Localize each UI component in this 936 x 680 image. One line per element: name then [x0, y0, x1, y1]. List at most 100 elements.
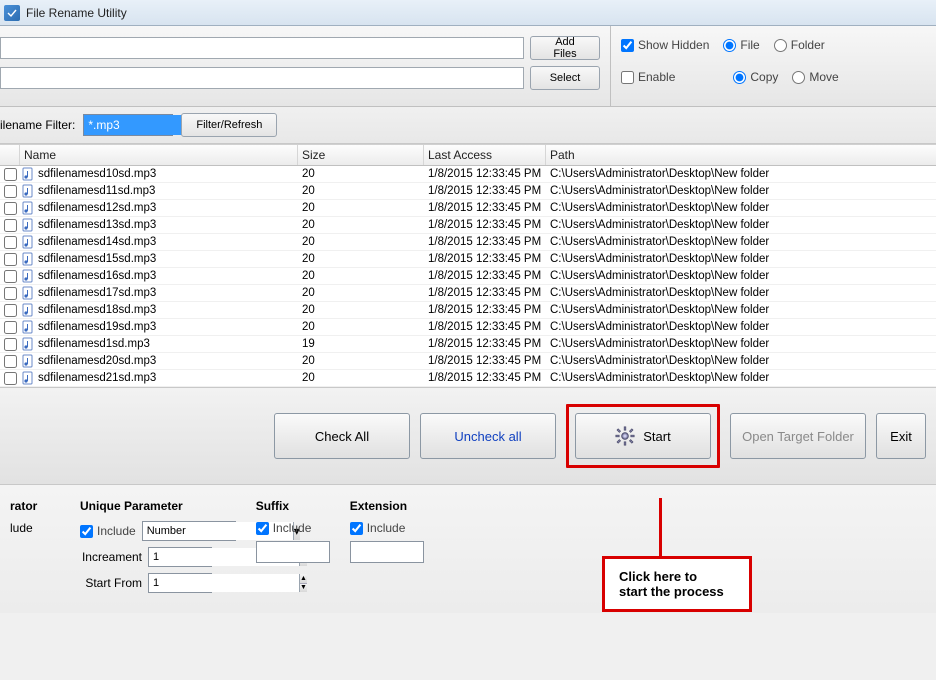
- callout-connector: [659, 498, 662, 556]
- music-file-icon: [22, 337, 34, 351]
- table-row[interactable]: sdfilenamesd17sd.mp3201/8/2015 12:33:45 …: [0, 285, 936, 302]
- uncheck-all-button[interactable]: Uncheck all: [420, 413, 556, 459]
- column-name[interactable]: Name: [20, 145, 298, 165]
- row-path: C:\Users\Administrator\Desktop\New folde…: [546, 253, 936, 265]
- music-file-icon: [22, 201, 34, 215]
- file-radio[interactable]: File: [723, 38, 759, 52]
- row-path: C:\Users\Administrator\Desktop\New folde…: [546, 338, 936, 350]
- check-all-button[interactable]: Check All: [274, 413, 410, 459]
- row-checkbox[interactable]: [4, 287, 17, 300]
- titlebar: File Rename Utility: [0, 0, 936, 26]
- table-row[interactable]: sdfilenamesd14sd.mp3201/8/2015 12:33:45 …: [0, 234, 936, 251]
- copy-radio[interactable]: Copy: [733, 70, 778, 84]
- row-checkbox[interactable]: [4, 219, 17, 232]
- row-name: sdfilenamesd15sd.mp3: [38, 253, 156, 265]
- table-row[interactable]: sdfilenamesd18sd.mp3201/8/2015 12:33:45 …: [0, 302, 936, 319]
- start-from-label: Start From: [80, 576, 142, 590]
- row-path: C:\Users\Administrator\Desktop\New folde…: [546, 372, 936, 384]
- row-checkbox[interactable]: [4, 253, 17, 266]
- row-name: sdfilenamesd17sd.mp3: [38, 287, 156, 299]
- suffix-group: Suffix Include: [256, 499, 330, 563]
- grid-body: sdfilenamesd10sd.mp3201/8/2015 12:33:45 …: [0, 166, 936, 387]
- row-checkbox[interactable]: [4, 236, 17, 249]
- table-row[interactable]: sdfilenamesd1sd.mp3191/8/2015 12:33:45 P…: [0, 336, 936, 353]
- row-last-access: 1/8/2015 12:33:45 PM: [424, 202, 546, 214]
- unique-type-combo[interactable]: ▾: [142, 521, 236, 541]
- column-last-access[interactable]: Last Access: [424, 145, 546, 165]
- table-row[interactable]: sdfilenamesd13sd.mp3201/8/2015 12:33:45 …: [0, 217, 936, 234]
- row-checkbox[interactable]: [4, 185, 17, 198]
- row-name: sdfilenamesd13sd.mp3: [38, 219, 156, 231]
- row-checkbox[interactable]: [4, 355, 17, 368]
- row-name: sdfilenamesd16sd.mp3: [38, 270, 156, 282]
- add-files-button[interactable]: Add Files: [530, 36, 600, 60]
- increment-spinner[interactable]: ▲▼: [148, 547, 212, 567]
- music-file-icon: [22, 320, 34, 334]
- music-file-icon: [22, 371, 34, 385]
- table-row[interactable]: sdfilenamesd19sd.mp3201/8/2015 12:33:45 …: [0, 319, 936, 336]
- row-path: C:\Users\Administrator\Desktop\New folde…: [546, 270, 936, 282]
- row-checkbox[interactable]: [4, 168, 17, 181]
- extension-input[interactable]: [350, 541, 424, 563]
- unique-include-checkbox[interactable]: Include: [80, 524, 136, 538]
- row-size: 20: [298, 355, 424, 367]
- column-path[interactable]: Path: [546, 145, 936, 165]
- folder-radio[interactable]: Folder: [774, 38, 825, 52]
- suffix-include-checkbox[interactable]: Include: [256, 521, 312, 535]
- spinner-up-icon[interactable]: ▲: [300, 574, 307, 584]
- start-button[interactable]: Start: [575, 413, 711, 459]
- start-from-spinner[interactable]: ▲▼: [148, 573, 212, 593]
- exit-button[interactable]: Exit: [876, 413, 926, 459]
- start-highlight: Start: [566, 404, 720, 468]
- music-file-icon: [22, 303, 34, 317]
- row-path: C:\Users\Administrator\Desktop\New folde…: [546, 236, 936, 248]
- table-row[interactable]: sdfilenamesd20sd.mp3201/8/2015 12:33:45 …: [0, 353, 936, 370]
- move-radio[interactable]: Move: [792, 70, 838, 84]
- music-file-icon: [22, 218, 34, 232]
- row-last-access: 1/8/2015 12:33:45 PM: [424, 338, 546, 350]
- add-files-path-input[interactable]: [0, 37, 524, 59]
- row-name: sdfilenamesd11sd.mp3: [38, 185, 155, 197]
- suffix-input[interactable]: [256, 541, 330, 563]
- table-row[interactable]: sdfilenamesd12sd.mp3201/8/2015 12:33:45 …: [0, 200, 936, 217]
- row-size: 20: [298, 202, 424, 214]
- row-checkbox[interactable]: [4, 202, 17, 215]
- table-row[interactable]: sdfilenamesd15sd.mp3201/8/2015 12:33:45 …: [0, 251, 936, 268]
- row-checkbox[interactable]: [4, 338, 17, 351]
- open-target-folder-button[interactable]: Open Target Folder: [730, 413, 866, 459]
- row-name: sdfilenamesd10sd.mp3: [38, 168, 156, 180]
- unique-parameter-group: Unique Parameter Include ▾ Increament ▲▼…: [80, 499, 236, 599]
- table-row[interactable]: sdfilenamesd21sd.mp3201/8/2015 12:33:45 …: [0, 370, 936, 387]
- spinner-down-icon[interactable]: ▼: [300, 584, 307, 593]
- top-right-panel: Show Hidden File Folder Enable Copy Move: [610, 26, 936, 106]
- music-file-icon: [22, 184, 34, 198]
- row-checkbox[interactable]: [4, 270, 17, 283]
- table-row[interactable]: sdfilenamesd11sd.mp3 201/8/2015 12:33:45 …: [0, 183, 936, 200]
- row-name: sdfilenamesd21sd.mp3: [38, 372, 156, 384]
- row-path: C:\Users\Administrator\Desktop\New folde…: [546, 321, 936, 333]
- row-last-access: 1/8/2015 12:33:45 PM: [424, 253, 546, 265]
- row-last-access: 1/8/2015 12:33:45 PM: [424, 185, 546, 197]
- filter-refresh-button[interactable]: Filter/Refresh: [181, 113, 277, 137]
- filter-combo[interactable]: ▾: [83, 114, 173, 136]
- row-size: 20: [298, 185, 424, 197]
- select-button[interactable]: Select: [530, 66, 600, 90]
- rator-group: rator lude: [10, 499, 60, 541]
- row-checkbox[interactable]: [4, 372, 17, 385]
- select-path-input[interactable]: [0, 67, 524, 89]
- table-row[interactable]: sdfilenamesd16sd.mp3201/8/2015 12:33:45 …: [0, 268, 936, 285]
- table-row[interactable]: sdfilenamesd10sd.mp3201/8/2015 12:33:45 …: [0, 166, 936, 183]
- grid-header: Name Size Last Access Path: [0, 144, 936, 166]
- row-path: C:\Users\Administrator\Desktop\New folde…: [546, 355, 936, 367]
- row-checkbox[interactable]: [4, 304, 17, 317]
- extension-include-checkbox[interactable]: Include: [350, 521, 406, 535]
- row-last-access: 1/8/2015 12:33:45 PM: [424, 236, 546, 248]
- row-checkbox[interactable]: [4, 321, 17, 334]
- row-path: C:\Users\Administrator\Desktop\New folde…: [546, 168, 936, 180]
- callout-box: Click here to start the process: [602, 556, 752, 612]
- filter-bar: ilename Filter: ▾ Filter/Refresh: [0, 107, 936, 144]
- enable-checkbox[interactable]: Enable: [621, 70, 675, 84]
- increment-label: Increament: [80, 550, 142, 564]
- column-size[interactable]: Size: [298, 145, 424, 165]
- show-hidden-checkbox[interactable]: Show Hidden: [621, 38, 709, 52]
